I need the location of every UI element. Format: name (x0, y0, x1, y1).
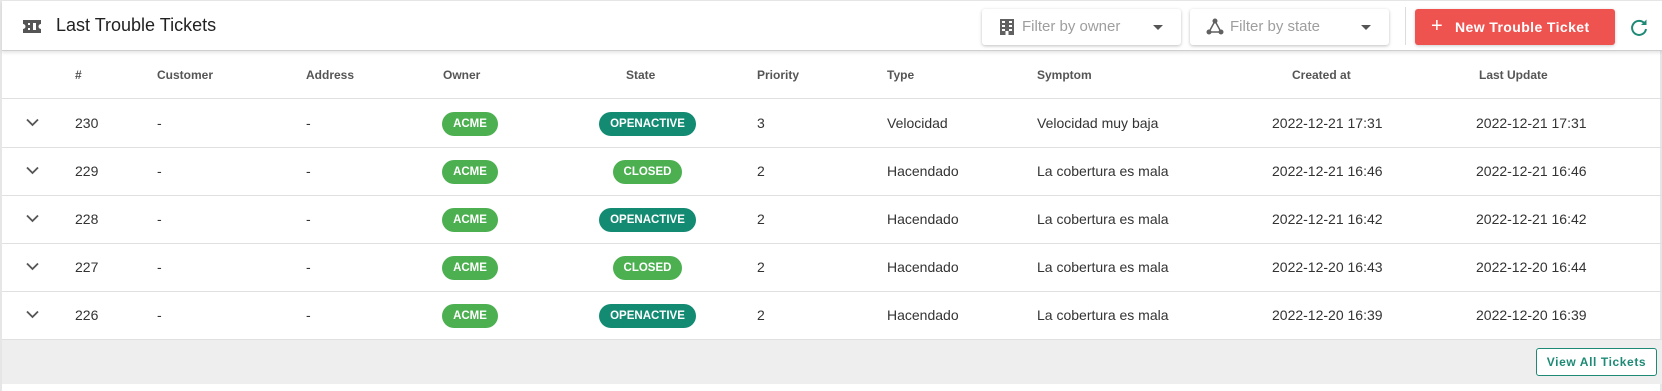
page-title: Last Trouble Tickets (56, 15, 217, 35)
dropdown-arrow-icon (1361, 25, 1371, 30)
priority-cell: 2 (757, 259, 765, 275)
type-cell: Hacendado (887, 307, 959, 323)
ticket-id: 230 (75, 115, 99, 131)
address-cell: - (306, 259, 311, 275)
chevron-down-icon[interactable] (26, 262, 39, 271)
column-header-customer[interactable]: Customer (157, 68, 213, 82)
chevron-down-icon[interactable] (26, 166, 39, 175)
created-at-cell: 2022-12-20 16:43 (1272, 259, 1383, 275)
last-update-cell: 2022-12-21 16:46 (1476, 163, 1587, 179)
column-header-state[interactable]: State (626, 68, 655, 82)
owner-badge: ACME (442, 208, 498, 232)
column-header-symptom[interactable]: Symptom (1037, 68, 1092, 82)
created-at-cell: 2022-12-21 17:31 (1272, 115, 1383, 131)
last-update-cell: 2022-12-21 17:31 (1476, 115, 1587, 131)
column-header-id[interactable]: # (75, 68, 82, 82)
table-row[interactable]: 227 - - ACME CLOSED 2 Hacendado La cober… (2, 244, 1662, 292)
ticket-id: 228 (75, 211, 99, 227)
column-header-address[interactable]: Address (306, 68, 354, 82)
table-footer: View All Tickets (2, 340, 1662, 384)
table-row[interactable]: 226 - - ACME OPENACTIVE 2 Hacendado La c… (2, 292, 1662, 340)
view-all-tickets-button[interactable]: View All Tickets (1536, 348, 1657, 376)
refresh-icon[interactable] (1629, 17, 1649, 37)
table-row[interactable]: 230 - - ACME OPENACTIVE 3 Velocidad Velo… (2, 100, 1662, 148)
created-at-cell: 2022-12-21 16:46 (1272, 163, 1383, 179)
new-trouble-ticket-button[interactable]: + New Trouble Ticket (1415, 9, 1615, 45)
ticket-id: 226 (75, 307, 99, 323)
address-cell: - (306, 115, 311, 131)
new-trouble-ticket-label: New Trouble Ticket (1455, 19, 1590, 35)
customer-cell: - (157, 259, 162, 275)
state-graph-icon (1206, 18, 1224, 35)
state-badge: OPENACTIVE (599, 112, 696, 136)
address-cell: - (306, 307, 311, 323)
customer-cell: - (157, 115, 162, 131)
owner-badge: ACME (442, 304, 498, 328)
column-header-priority[interactable]: Priority (757, 68, 799, 82)
state-badge: CLOSED (613, 256, 682, 280)
state-badge: CLOSED (613, 160, 682, 184)
chevron-down-icon[interactable] (26, 310, 39, 319)
address-cell: - (306, 211, 311, 227)
type-cell: Hacendado (887, 259, 959, 275)
owner-filter-select[interactable]: Filter by owner (982, 9, 1181, 45)
ticket-icon (23, 20, 41, 33)
state-filter-placeholder: Filter by state (1230, 18, 1321, 35)
owner-badge: ACME (442, 112, 498, 136)
created-at-cell: 2022-12-20 16:39 (1272, 307, 1383, 323)
column-header-type[interactable]: Type (887, 68, 914, 82)
ticket-id: 227 (75, 259, 99, 275)
owner-badge: ACME (442, 160, 498, 184)
column-header-last-update[interactable]: Last Update (1479, 68, 1548, 82)
type-cell: Hacendado (887, 211, 959, 227)
customer-cell: - (157, 307, 162, 323)
symptom-cell: La cobertura es mala (1037, 163, 1169, 179)
header-divider (1405, 7, 1406, 45)
last-update-cell: 2022-12-21 16:42 (1476, 211, 1587, 227)
symptom-cell: La cobertura es mala (1037, 259, 1169, 275)
state-badge: OPENACTIVE (599, 304, 696, 328)
owner-filter-placeholder: Filter by owner (1022, 18, 1121, 35)
column-header-created-at[interactable]: Created at (1292, 68, 1351, 82)
type-cell: Hacendado (887, 163, 959, 179)
customer-cell: - (157, 211, 162, 227)
symptom-cell: La cobertura es mala (1037, 307, 1169, 323)
priority-cell: 2 (757, 163, 765, 179)
chevron-down-icon[interactable] (26, 118, 39, 127)
plus-icon: + (1431, 15, 1444, 37)
priority-cell: 3 (757, 115, 765, 131)
table-header: # Customer Address Owner State Priority … (2, 51, 1662, 99)
chevron-down-icon[interactable] (26, 214, 39, 223)
priority-cell: 2 (757, 211, 765, 227)
created-at-cell: 2022-12-21 16:42 (1272, 211, 1383, 227)
address-cell: - (306, 163, 311, 179)
table-row[interactable]: 228 - - ACME OPENACTIVE 2 Hacendado La c… (2, 196, 1662, 244)
trouble-tickets-panel: Last Trouble Tickets Filter by owner Fil… (0, 0, 1662, 391)
symptom-cell: Velocidad muy baja (1037, 115, 1159, 131)
state-badge: OPENACTIVE (599, 208, 696, 232)
last-update-cell: 2022-12-20 16:39 (1476, 307, 1587, 323)
type-cell: Velocidad (887, 115, 948, 131)
ticket-id: 229 (75, 163, 99, 179)
panel-header: Last Trouble Tickets Filter by owner Fil… (2, 1, 1662, 51)
owner-badge: ACME (442, 256, 498, 280)
column-header-owner[interactable]: Owner (443, 68, 480, 82)
customer-cell: - (157, 163, 162, 179)
table-row[interactable]: 229 - - ACME CLOSED 2 Hacendado La cober… (2, 148, 1662, 196)
dropdown-arrow-icon (1153, 25, 1163, 30)
state-filter-select[interactable]: Filter by state (1190, 9, 1389, 45)
building-icon (1000, 19, 1014, 35)
last-update-cell: 2022-12-20 16:44 (1476, 259, 1587, 275)
priority-cell: 2 (757, 307, 765, 323)
symptom-cell: La cobertura es mala (1037, 211, 1169, 227)
